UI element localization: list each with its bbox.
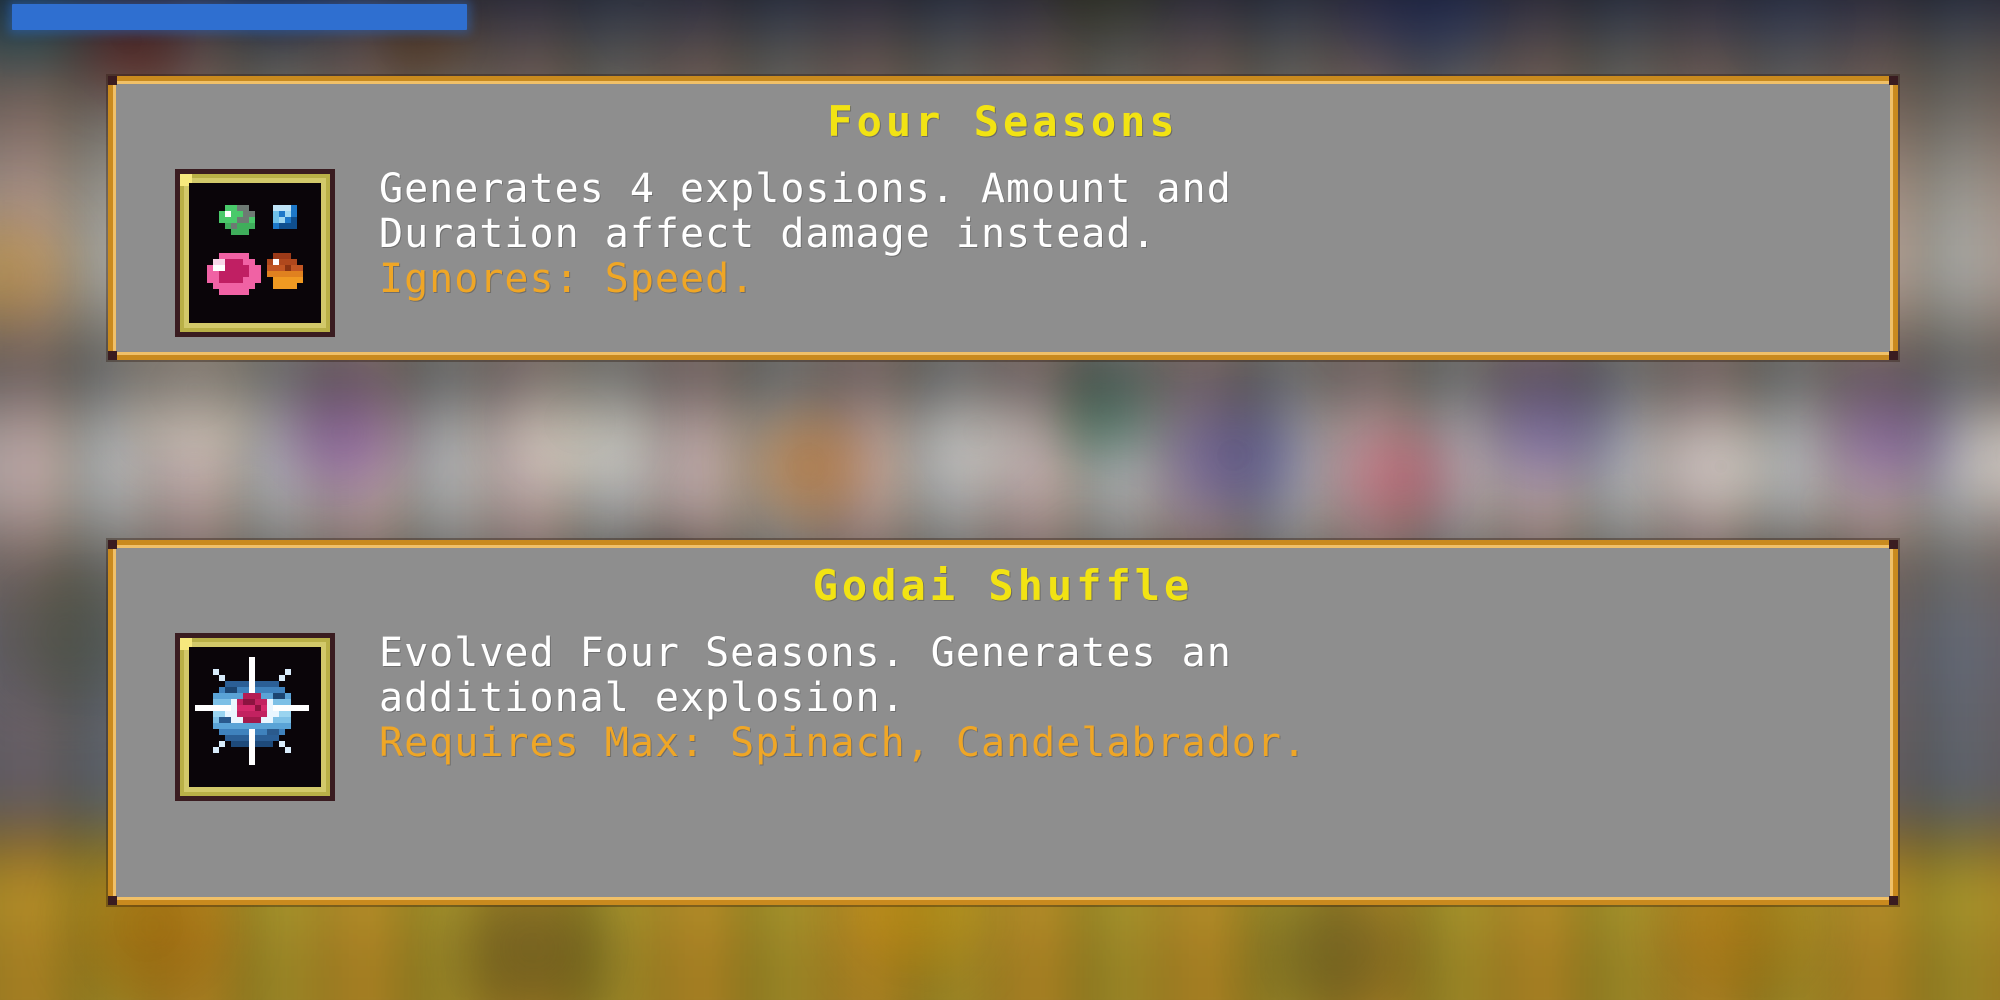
frame-corner-bottom-right xyxy=(1889,351,1898,360)
godai-shuffle-art xyxy=(195,657,309,765)
tooltip-panel-godai-shuffle[interactable]: Godai Shuffle Evolved Four Seasons. Gene… xyxy=(108,540,1898,905)
panel-body: Generates 4 explosions. Amount and Durat… xyxy=(113,165,1893,337)
panel-note: Ignores: Speed. xyxy=(379,255,756,302)
four-seasons-icon xyxy=(175,169,335,337)
panel-note: Requires Max: Spinach, Candelabrador. xyxy=(379,719,1308,766)
tooltip-panel-four-seasons[interactable]: Four Seasons Generates 4 explosions. Amo… xyxy=(108,76,1898,360)
experience-bar xyxy=(12,4,467,30)
panel-description: Generates 4 explosions. Amount and Durat… xyxy=(379,165,1232,301)
panel-description: Evolved Four Seasons. Generates an addit… xyxy=(379,629,1307,765)
description-line: Evolved Four Seasons. Generates an xyxy=(379,630,1232,676)
panel-title: Godai Shuffle xyxy=(812,561,1194,610)
icon-art-area xyxy=(189,647,321,787)
four-seasons-art xyxy=(207,205,303,295)
frame-corner-bottom-right xyxy=(1889,896,1898,905)
godai-shuffle-icon xyxy=(175,633,335,801)
frame-corner-bottom-left xyxy=(108,896,117,905)
frame-corner-bottom-left xyxy=(108,351,117,360)
panel-title: Four Seasons xyxy=(827,97,1179,146)
description-line: Duration affect damage instead. xyxy=(379,210,1157,257)
panel-body: Evolved Four Seasons. Generates an addit… xyxy=(113,629,1893,801)
description-line: Generates 4 explosions. Amount and xyxy=(379,166,1232,212)
description-line: additional explosion. xyxy=(379,674,906,721)
icon-art-area xyxy=(189,183,321,323)
